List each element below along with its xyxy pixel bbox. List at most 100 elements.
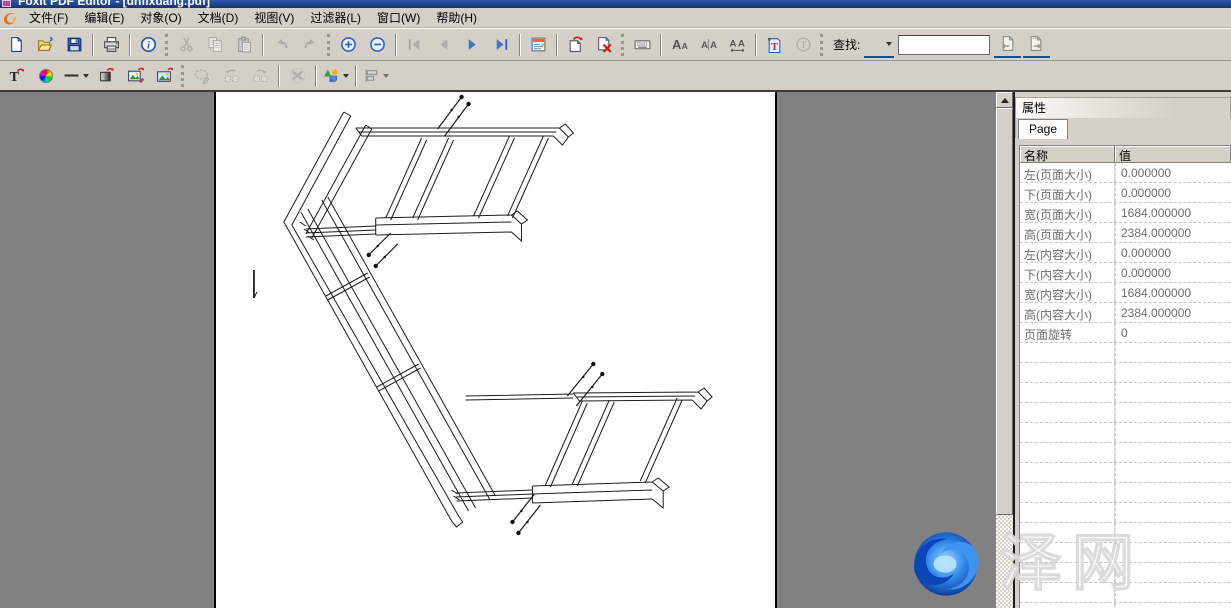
tab-page[interactable]: Page	[1018, 119, 1068, 139]
property-value[interactable]	[1115, 363, 1231, 382]
delete-object-button[interactable]	[284, 63, 311, 88]
property-value[interactable]: 0.000000	[1115, 183, 1231, 202]
insert-shape-button[interactable]	[321, 63, 351, 88]
property-name	[1020, 443, 1115, 462]
property-name: 宽(内容大小)	[1020, 283, 1115, 302]
cut-icon	[178, 36, 195, 53]
toolbar-separator	[262, 34, 264, 56]
property-value[interactable]	[1115, 403, 1231, 422]
page-layout-button[interactable]	[525, 32, 552, 57]
vertical-scrollbar[interactable]	[996, 92, 1013, 608]
zoom-out-button[interactable]	[364, 32, 391, 57]
column-header-value: 值	[1115, 146, 1231, 163]
page-thumbnail-icon	[530, 36, 547, 53]
menu-edit[interactable]: 编辑(E)	[76, 7, 132, 29]
rotate-object-left-button[interactable]	[218, 63, 245, 88]
char-spacing-button[interactable]: AA	[695, 32, 722, 57]
add-image-button[interactable]	[151, 63, 178, 88]
property-value[interactable]	[1115, 443, 1231, 462]
property-value[interactable]	[1115, 343, 1231, 362]
menu-window[interactable]: 窗口(W)	[369, 7, 428, 29]
virtual-keyboard-button[interactable]	[629, 32, 656, 57]
last-page-button[interactable]	[488, 32, 515, 57]
first-page-button[interactable]	[401, 32, 428, 57]
toolbar-separator	[129, 34, 131, 56]
add-text-icon: T	[766, 36, 783, 53]
property-value[interactable]: 2384.000000	[1115, 223, 1231, 242]
property-value[interactable]	[1115, 463, 1231, 482]
first-page-icon	[406, 36, 423, 53]
paste-button[interactable]	[231, 32, 258, 57]
property-row: 高(内容大小)2384.000000	[1020, 303, 1231, 323]
property-value[interactable]: 1684.000000	[1115, 203, 1231, 222]
document-info-button[interactable]: i	[135, 32, 162, 57]
text-mode-button[interactable]: T	[790, 32, 817, 57]
copy-button[interactable]	[202, 32, 229, 57]
property-value[interactable]: 2384.000000	[1115, 303, 1231, 322]
property-value[interactable]: 0.000000	[1115, 163, 1231, 182]
property-value[interactable]: 0.000000	[1115, 263, 1231, 282]
dropdown-arrow-icon[interactable]	[383, 74, 389, 78]
copy-icon	[207, 36, 224, 53]
property-value[interactable]: 0	[1115, 323, 1231, 342]
property-value[interactable]	[1115, 483, 1231, 502]
menu-file[interactable]: 文件(F)	[21, 7, 76, 29]
property-row	[1020, 443, 1231, 463]
open-file-button[interactable]	[32, 32, 59, 57]
align-objects-button[interactable]	[361, 63, 391, 88]
property-value[interactable]	[1115, 603, 1231, 608]
find-previous-button[interactable]	[994, 31, 1021, 58]
scrollbar-thumb[interactable]	[996, 108, 1013, 515]
property-value[interactable]	[1115, 543, 1231, 562]
property-value[interactable]	[1115, 503, 1231, 522]
line-style-button[interactable]	[61, 63, 91, 88]
property-value[interactable]: 1684.000000	[1115, 283, 1231, 302]
menu-object[interactable]: 对象(O)	[132, 7, 189, 29]
next-page-button[interactable]	[459, 32, 486, 57]
menu-filter[interactable]: 过滤器(L)	[302, 7, 369, 29]
previous-page-button[interactable]	[430, 32, 457, 57]
property-value[interactable]: 0.000000	[1115, 243, 1231, 262]
rotate-page-button[interactable]	[562, 32, 589, 57]
dropdown-arrow-icon[interactable]	[343, 74, 349, 78]
text-horizontal-scale-button[interactable]: AA	[724, 32, 751, 57]
property-value[interactable]	[1115, 563, 1231, 582]
dropdown-arrow-icon[interactable]	[886, 42, 892, 46]
toolbar-separator	[92, 34, 94, 56]
add-text-button[interactable]: T	[761, 32, 788, 57]
edit-text-button[interactable]: T	[3, 63, 30, 88]
find-next-button[interactable]	[1023, 31, 1050, 58]
undo-button[interactable]	[268, 32, 295, 57]
edit-color-button[interactable]	[32, 63, 59, 88]
scroll-up-button[interactable]	[996, 92, 1013, 108]
keyboard-icon	[634, 36, 651, 53]
rotate-object-right-button[interactable]	[247, 63, 274, 88]
delete-page-button[interactable]	[591, 32, 618, 57]
menu-help[interactable]: 帮助(H)	[428, 7, 485, 29]
save-file-button[interactable]	[61, 32, 88, 57]
property-value[interactable]	[1115, 583, 1231, 602]
document-info-icon: i	[140, 36, 157, 53]
find-options-button[interactable]	[864, 31, 894, 58]
svg-text:A: A	[672, 37, 681, 52]
font-size-button[interactable]: AA	[666, 32, 693, 57]
property-value[interactable]	[1115, 523, 1231, 542]
edit-image-button[interactable]	[122, 63, 149, 88]
menu-document[interactable]: 文档(D)	[190, 7, 247, 29]
property-value[interactable]	[1115, 383, 1231, 402]
find-input[interactable]	[898, 35, 990, 55]
dropdown-arrow-icon[interactable]	[83, 74, 89, 78]
work-area: 属性 Page 名称 值 左(页面大小)0.000000下(页面大小)0.000…	[0, 92, 1231, 608]
menu-view[interactable]: 视图(V)	[246, 7, 302, 29]
print-button[interactable]	[98, 32, 125, 57]
new-document-button[interactable]	[3, 32, 30, 57]
property-value[interactable]	[1115, 423, 1231, 442]
property-row	[1020, 563, 1231, 583]
svg-text:i: i	[147, 40, 150, 51]
cut-button[interactable]	[173, 32, 200, 57]
edit-shading-button[interactable]	[93, 63, 120, 88]
zoom-out-icon	[369, 36, 386, 53]
redo-button[interactable]	[297, 32, 324, 57]
zoom-in-button[interactable]	[335, 32, 362, 57]
edit-object-button[interactable]	[189, 63, 216, 88]
